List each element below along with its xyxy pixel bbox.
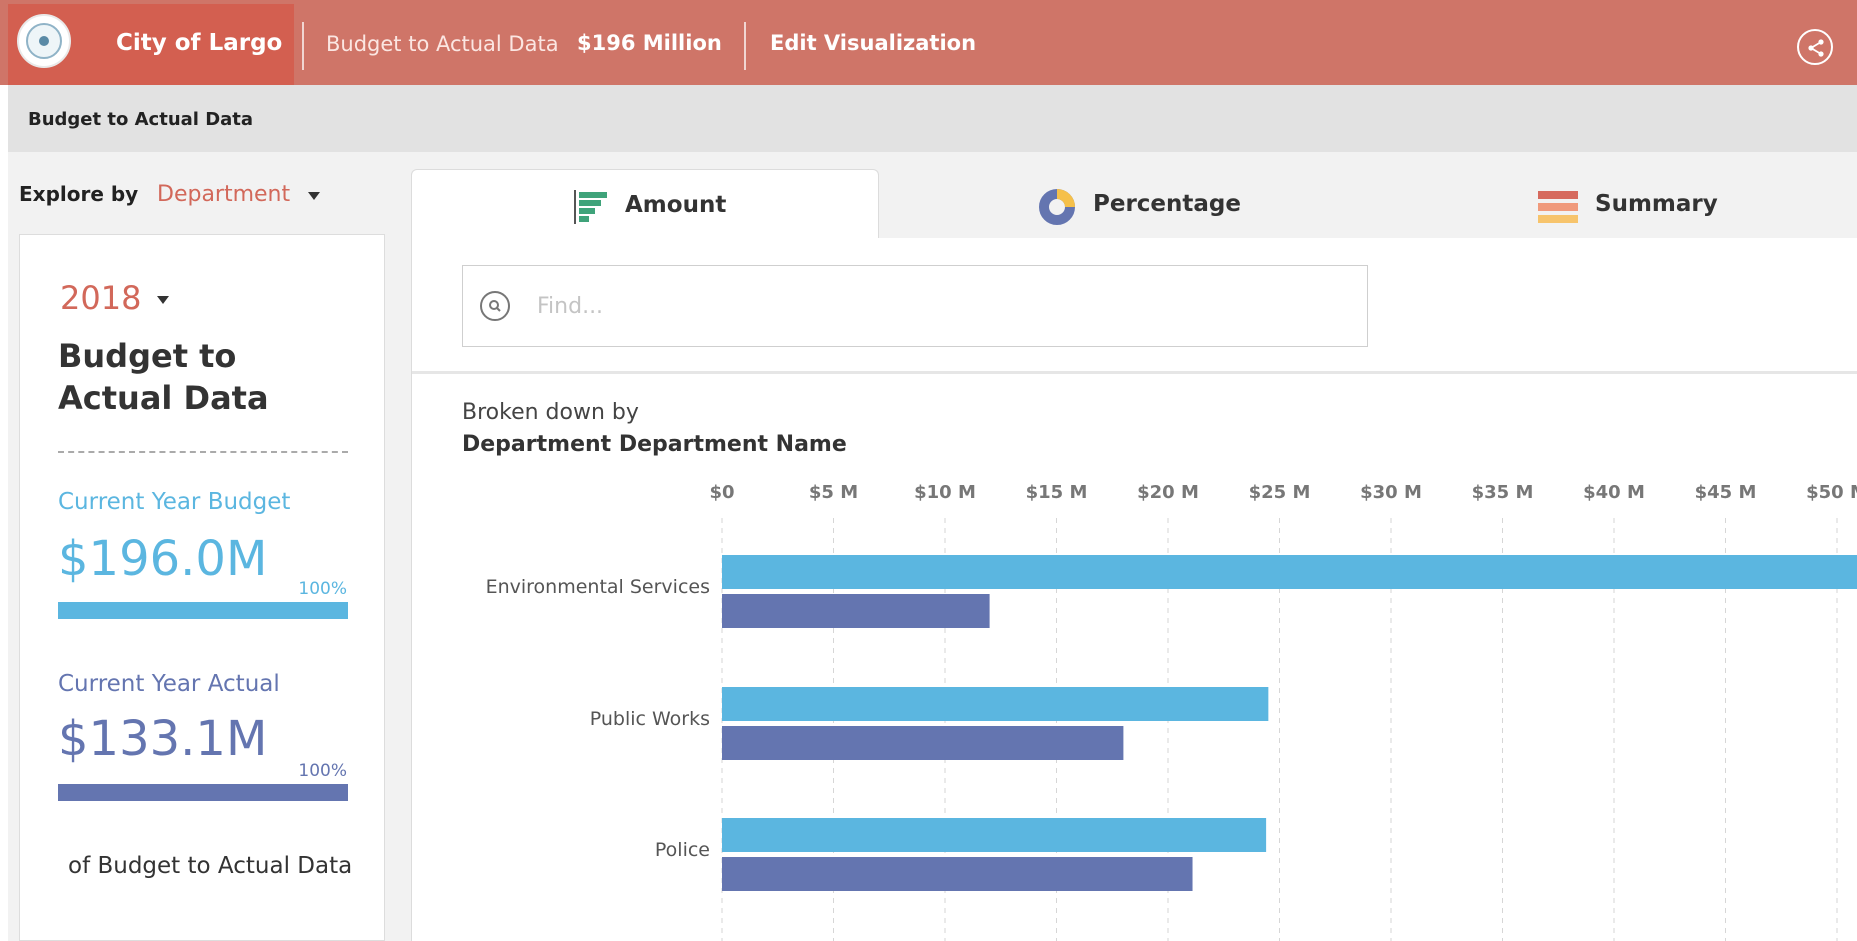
chevron-down-icon[interactable]	[157, 296, 169, 304]
header-divider	[744, 22, 746, 70]
summary-card: 2018 Budget to Actual Data Current Year …	[19, 234, 385, 941]
stacked-bars-icon	[1538, 191, 1578, 227]
bar-actual	[722, 726, 1124, 760]
tab-amount-label: Amount	[625, 192, 727, 218]
budget-percent: 100%	[298, 579, 347, 599]
x-tick-label: $25 M	[1249, 482, 1311, 503]
x-tick-label: $15 M	[1026, 482, 1088, 503]
breadcrumb: Budget to Actual Data	[8, 85, 1857, 152]
budget-value: $196.0M	[58, 531, 268, 587]
dataset-amount: $196 Million	[577, 31, 722, 55]
tab-summary[interactable]: Summary	[1538, 169, 1738, 239]
x-tick-label: $45 M	[1695, 482, 1757, 503]
bar-actual	[722, 857, 1193, 891]
seal-center	[39, 36, 49, 46]
actual-value: $133.1M	[58, 711, 268, 767]
category-label: Police	[655, 839, 710, 861]
actual-progress-bar	[58, 784, 348, 801]
budget-label: Current Year Budget	[58, 489, 291, 515]
donut-icon	[1039, 189, 1075, 229]
bar-chart: $0 $5 M $10 M $15 M $20 M $25 M $30 M $35 M $40 …	[486, 482, 1857, 941]
edit-visualization-button[interactable]: Edit Visualization	[770, 31, 976, 55]
category-label: Public Works	[590, 708, 710, 730]
tab-amount[interactable]: Amount	[411, 169, 879, 239]
x-tick-label: $35 M	[1472, 482, 1534, 503]
x-tick-label: $0	[709, 482, 734, 503]
card-title: Budget to Actual Data	[58, 337, 269, 417]
city-name[interactable]: City of Largo	[116, 30, 282, 56]
dataset-title: Budget to Actual Data	[326, 32, 559, 56]
explore-by-label: Explore by	[19, 182, 139, 206]
year-dropdown[interactable]: 2018	[60, 279, 141, 317]
chevron-down-icon[interactable]	[308, 192, 320, 200]
breadcrumb-title: Budget to Actual Data	[28, 109, 254, 130]
tab-summary-label: Summary	[1595, 191, 1718, 217]
x-tick-label: $10 M	[914, 482, 976, 503]
card-footer: of Budget to Actual Data	[68, 853, 353, 879]
city-seal-icon[interactable]	[17, 14, 71, 68]
x-tick-label: $5 M	[809, 482, 858, 503]
bar-budget	[722, 555, 1857, 589]
bar-actual	[722, 594, 990, 628]
bar-list-icon	[574, 190, 610, 228]
budget-progress-bar	[58, 602, 348, 619]
bar-budget	[722, 687, 1269, 721]
category-label: Environmental Services	[486, 576, 710, 598]
explore-by-dropdown[interactable]: Department	[157, 182, 290, 207]
x-tick-label: $30 M	[1360, 482, 1422, 503]
bar-budget	[722, 818, 1267, 852]
actual-label: Current Year Actual	[58, 671, 280, 697]
x-tick-label: $40 M	[1583, 482, 1645, 503]
top-bar: City of Largo Budget to Actual Data $196…	[0, 0, 1857, 85]
share-icon[interactable]	[1797, 29, 1833, 65]
tab-percentage[interactable]: Percentage	[1039, 169, 1259, 239]
x-tick-label: $50 M	[1806, 482, 1857, 503]
header-divider	[302, 22, 304, 70]
divider	[58, 451, 348, 453]
actual-percent: 100%	[298, 761, 347, 781]
x-tick-label: $20 M	[1137, 482, 1199, 503]
tab-percentage-label: Percentage	[1093, 191, 1241, 217]
chart-panel: Broken down by Department Department Nam…	[411, 238, 1857, 941]
seal-ring	[26, 23, 62, 59]
